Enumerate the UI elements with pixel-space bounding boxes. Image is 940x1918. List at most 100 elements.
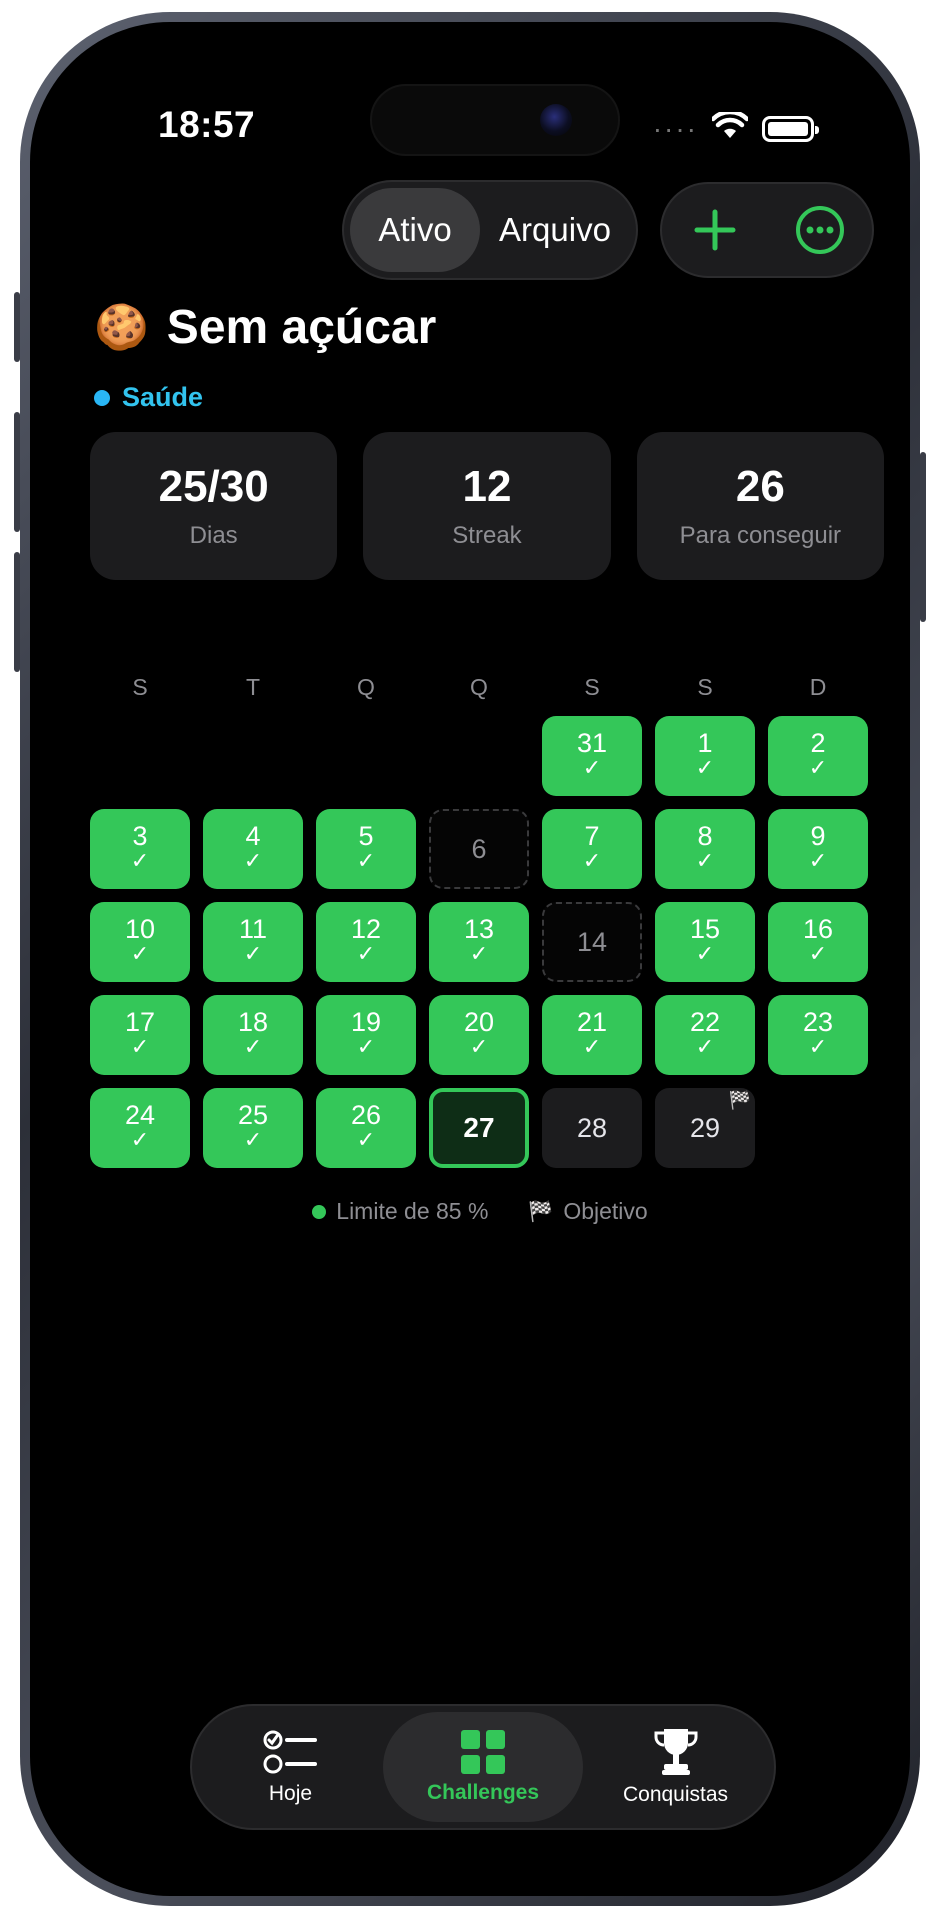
day-number: 12	[350, 913, 382, 944]
action-button	[14, 292, 20, 362]
calendar-day[interactable]: 8 ✓	[655, 809, 755, 889]
day-number: 2	[810, 727, 826, 758]
status-time: 18:57	[158, 104, 256, 145]
weekday-label: S	[697, 674, 713, 700]
day-number: 8	[697, 820, 713, 851]
checkmark-icon: ✓	[243, 940, 263, 966]
calendar-day[interactable]: 24 ✓	[90, 1088, 190, 1168]
stat-label: Dias	[189, 522, 238, 549]
checkmark-icon: ✓	[130, 1126, 150, 1152]
ellipsis-circle-icon	[795, 206, 844, 254]
tab-challenges[interactable]: Challenges	[383, 1712, 583, 1822]
day-number: 9	[810, 820, 826, 851]
day-number: 31	[576, 727, 608, 758]
checkmark-icon: ✓	[695, 1033, 715, 1059]
checkmark-icon: ✓	[582, 1033, 602, 1059]
battery-icon	[762, 115, 819, 142]
flag-icon: 🏁	[528, 1201, 554, 1223]
tab-label: Challenges	[426, 1781, 540, 1804]
stat-value: 25/30	[158, 462, 269, 511]
segment-arquivo[interactable]: Arquivo	[480, 188, 630, 272]
calendar-day[interactable]: 29 🏁	[655, 1088, 755, 1168]
calendar-day[interactable]: 14	[542, 902, 642, 982]
calendar-day[interactable]: 31 ✓	[542, 716, 642, 796]
checkmark-icon: ✓	[356, 940, 376, 966]
calendar-day[interactable]: 17 ✓	[90, 995, 190, 1075]
weekday-label: S	[132, 674, 148, 700]
dynamic-island	[370, 84, 620, 156]
camera	[540, 104, 572, 136]
calendar-day[interactable]: 28	[542, 1088, 642, 1168]
calendar-day[interactable]: 9 ✓	[768, 809, 868, 889]
calendar-day[interactable]: 16 ✓	[768, 902, 868, 982]
calendar-day[interactable]: 26 ✓	[316, 1088, 416, 1168]
calendar-day[interactable]: 2 ✓	[768, 716, 868, 796]
checkmark-icon: ✓	[695, 754, 715, 780]
day-number: 17	[124, 1006, 156, 1037]
stat-card-streak: 12 Streak	[363, 432, 611, 580]
day-number: 5	[358, 820, 374, 851]
day-number: 21	[576, 1006, 608, 1037]
legend-limit-label: Limite de 85 %	[336, 1198, 489, 1224]
weekday-label: T	[245, 674, 261, 700]
calendar-empty-cell	[316, 716, 416, 796]
legend-goal-label: Objetivo	[563, 1198, 648, 1224]
checkmark-icon: ✓	[469, 1033, 489, 1059]
calendar-day[interactable]: 12 ✓	[316, 902, 416, 982]
weekday-label: Q	[357, 674, 375, 700]
phone-frame: 18:57 ···· Ativo Arquivo 🍪 Sem açúcar Sa…	[14, 12, 926, 1906]
checkmark-icon: ✓	[695, 940, 715, 966]
calendar-day[interactable]: 3 ✓	[90, 809, 190, 889]
calendar-day[interactable]: 21 ✓	[542, 995, 642, 1075]
cookie-icon: 🍪	[94, 302, 149, 352]
calendar-day[interactable]: 19 ✓	[316, 995, 416, 1075]
challenge-header: 🍪 Sem açúcar	[94, 300, 436, 355]
day-number: 6	[471, 833, 487, 864]
day-number: 20	[463, 1006, 495, 1037]
day-number: 23	[802, 1006, 834, 1037]
segment-ativo[interactable]: Ativo	[350, 188, 480, 272]
calendar-day[interactable]: 1 ✓	[655, 716, 755, 796]
add-button[interactable]	[685, 200, 745, 260]
calendar-day[interactable]: 20 ✓	[429, 995, 529, 1075]
weekday-label: Q	[470, 674, 488, 700]
stat-label: Para conseguir	[679, 522, 842, 549]
tab-hoje[interactable]: Hoje	[198, 1712, 383, 1822]
stat-value: 12	[462, 462, 512, 511]
day-number: 13	[463, 913, 495, 944]
signal-icon: ····	[652, 112, 698, 144]
day-number: 29	[689, 1112, 721, 1143]
calendar-empty-cell	[90, 716, 190, 796]
calendar-day[interactable]: 22 ✓	[655, 995, 755, 1075]
legend-dot	[312, 1204, 327, 1219]
day-number: 10	[124, 913, 156, 944]
calendar-day[interactable]: 4 ✓	[203, 809, 303, 889]
weekday-header: STQQSSD	[90, 674, 884, 701]
calendar-day[interactable]: 10 ✓	[90, 902, 190, 982]
actions-group	[660, 182, 874, 278]
calendar-day[interactable]: 13 ✓	[429, 902, 529, 982]
challenge-title: Sem açúcar	[166, 301, 437, 354]
calendar-day[interactable]: 7 ✓	[542, 809, 642, 889]
checkmark-icon: ✓	[243, 847, 263, 873]
calendar-day[interactable]: 15 ✓	[655, 902, 755, 982]
status-filter: Ativo Arquivo	[342, 180, 638, 280]
calendar-day[interactable]: 6	[429, 809, 529, 889]
day-number: 4	[245, 820, 261, 851]
more-button[interactable]	[790, 200, 850, 260]
stat-card-days: 25/30 Dias	[90, 432, 338, 580]
calendar-day[interactable]: 11 ✓	[203, 902, 303, 982]
calendar-day[interactable]: 18 ✓	[203, 995, 303, 1075]
goal-flag-icon: 🏁	[728, 1090, 751, 1110]
calendar-day[interactable]: 5 ✓	[316, 809, 416, 889]
calendar-day[interactable]: 23 ✓	[768, 995, 868, 1075]
tab-bar: Hoje Challenges Conquistas	[190, 1704, 776, 1830]
checkmark-icon: ✓	[356, 1033, 376, 1059]
status-icons: ····	[652, 109, 819, 145]
category-label: Saúde	[122, 382, 204, 412]
weekday-label: D	[809, 674, 827, 700]
calendar-day[interactable]: 27	[429, 1088, 529, 1168]
tab-conquistas[interactable]: Conquistas	[583, 1712, 768, 1822]
calendar-day[interactable]: 25 ✓	[203, 1088, 303, 1168]
checkmark-icon: ✓	[130, 940, 150, 966]
